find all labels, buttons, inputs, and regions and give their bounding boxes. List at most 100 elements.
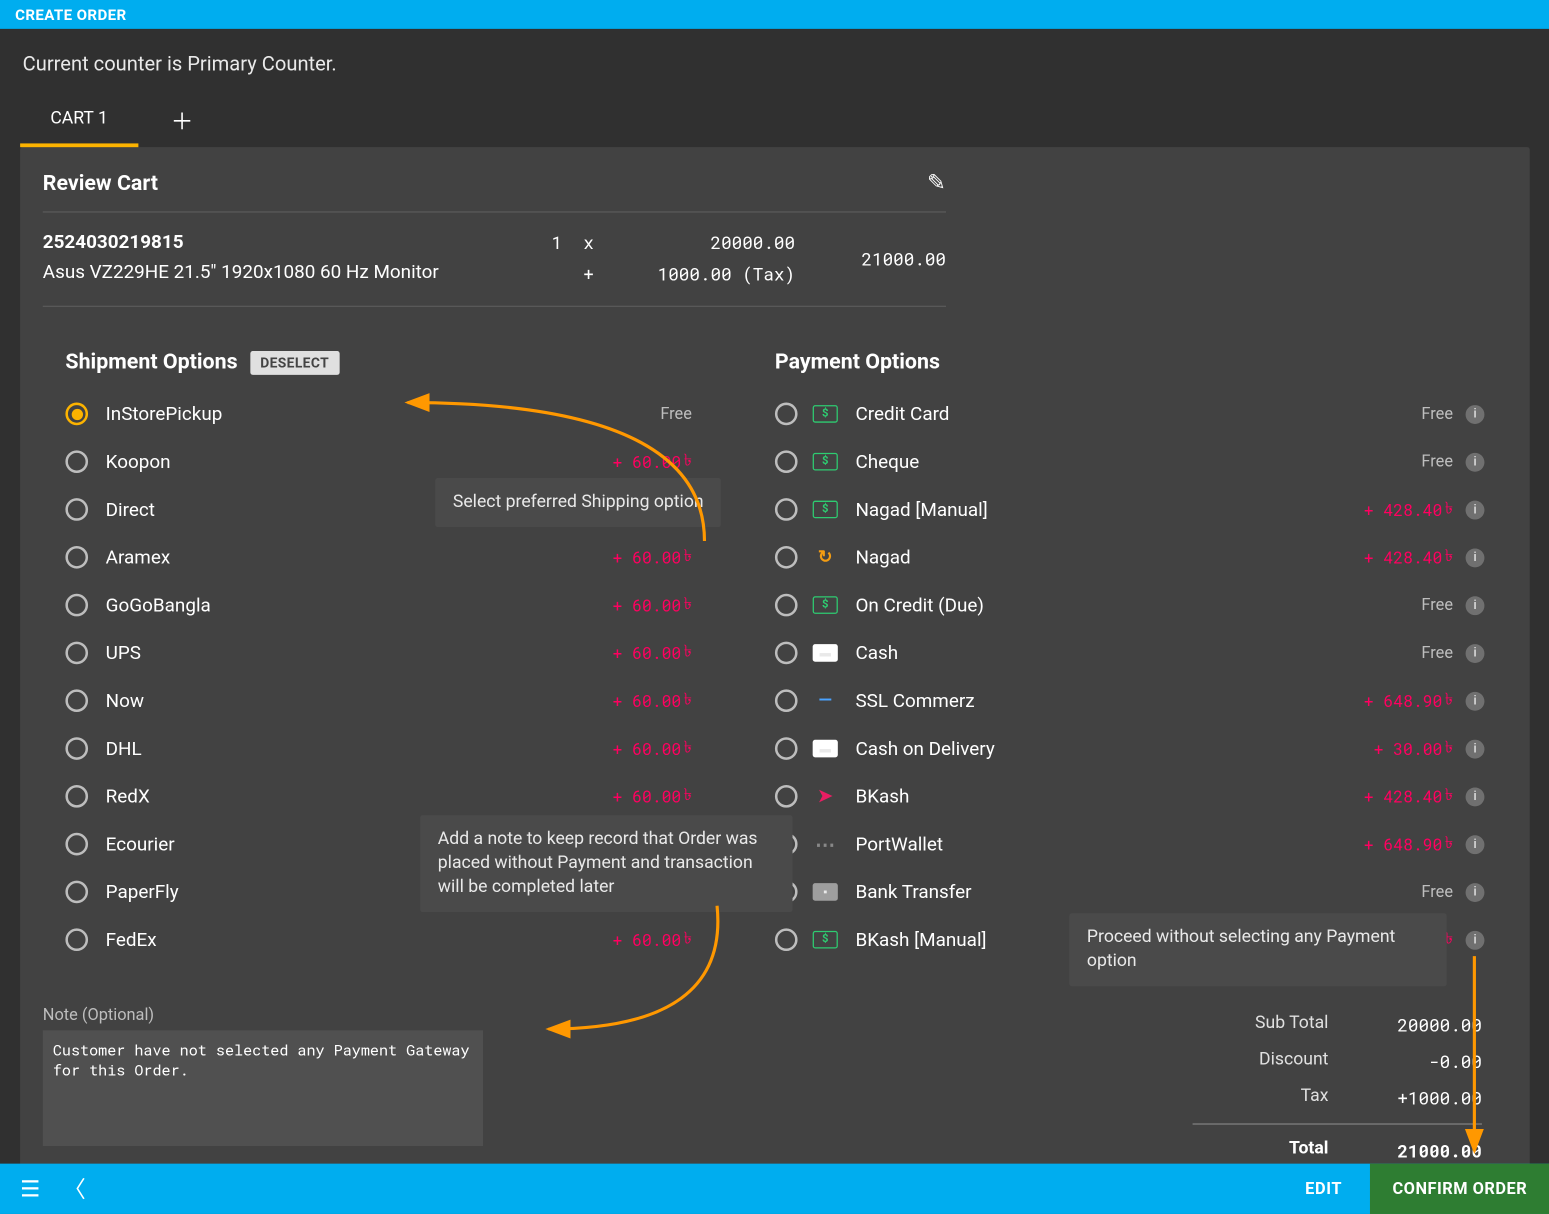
deselect-button[interactable]: DESELECT	[250, 350, 339, 374]
radio-icon	[775, 689, 798, 712]
shipment-option[interactable]: FedEx+ 60.00 ৳	[65, 918, 699, 961]
shipment-price: + 60.00 ৳	[613, 591, 692, 619]
taka-icon: ৳	[684, 926, 692, 954]
radio-icon	[775, 737, 798, 760]
shipment-label: RedX	[106, 785, 613, 808]
shipment-label: Now	[106, 689, 613, 712]
shipment-title: Shipment Options	[65, 350, 237, 375]
tax-value: +1000.00	[1356, 1086, 1482, 1110]
payment-type-icon: ▬	[813, 740, 838, 758]
note-label: Note (Optional)	[43, 1006, 483, 1025]
info-icon[interactable]: i	[1466, 739, 1485, 758]
payment-label: On Credit (Due)	[855, 594, 1421, 617]
confirm-label: CONFIRM ORDER	[1392, 1179, 1527, 1198]
taka-icon: ৳	[684, 591, 692, 619]
counter-label: Current counter is Primary Counter.	[0, 29, 1549, 93]
item-sku: 2524030219815	[43, 230, 506, 253]
radio-icon	[775, 642, 798, 665]
info-icon[interactable]: i	[1466, 643, 1485, 662]
payment-price: + 648.90 ৳	[1364, 830, 1453, 858]
info-icon[interactable]: i	[1466, 930, 1485, 949]
payment-option[interactable]: ▬Cash on Delivery+ 30.00 ৳i	[775, 727, 1485, 770]
anno-payment: Proceed without selecting any Payment op…	[1069, 913, 1446, 986]
subtotal-label: Sub Total	[1203, 1013, 1329, 1037]
edit-cart-button[interactable]: ✎	[927, 170, 946, 196]
payment-type-icon: —	[813, 692, 838, 710]
back-button[interactable]: 〈	[63, 1172, 86, 1205]
shipment-option[interactable]: Now+ 60.00 ৳	[65, 679, 699, 722]
item-x: x	[583, 230, 594, 254]
shipment-price: + 60.00 ৳	[613, 926, 692, 954]
payment-option[interactable]: $Nagad [Manual]+ 428.40 ৳i	[775, 488, 1485, 531]
radio-icon	[65, 450, 88, 473]
shipment-price: + 60.00 ৳	[613, 543, 692, 571]
payment-type-icon: $	[813, 596, 838, 614]
shipment-option[interactable]: RedX+ 60.00 ৳	[65, 775, 699, 818]
radio-icon	[65, 498, 88, 521]
info-icon[interactable]: i	[1466, 882, 1485, 901]
info-icon[interactable]: i	[1466, 548, 1485, 567]
payment-label: Cash	[855, 642, 1421, 665]
payment-option[interactable]: ➤BKash+ 428.40 ৳i	[775, 775, 1485, 818]
info-icon[interactable]: i	[1466, 835, 1485, 854]
taka-icon: ৳	[1445, 782, 1453, 810]
info-icon[interactable]: i	[1466, 596, 1485, 615]
shipment-price: + 60.00 ৳	[613, 639, 692, 667]
shipment-price: Free	[660, 404, 692, 423]
info-icon[interactable]: i	[1466, 500, 1485, 519]
shipment-option[interactable]: InStorePickupFree	[65, 392, 699, 435]
shipment-option[interactable]: DHL+ 60.00 ৳	[65, 727, 699, 770]
radio-icon	[65, 737, 88, 760]
payment-option[interactable]: $Credit CardFreei	[775, 392, 1485, 435]
taka-icon: ৳	[684, 543, 692, 571]
shipment-option[interactable]: GoGoBangla+ 60.00 ৳	[65, 584, 699, 627]
chevron-left-icon: 〈	[63, 1177, 86, 1203]
cart-line-item: 2524030219815 Asus VZ229HE 21.5" 1920x10…	[43, 213, 946, 304]
payment-option[interactable]: — SSL Commerz+ 648.90 ৳ i	[775, 679, 1485, 722]
confirm-order-button[interactable]: CONFIRM ORDER	[1370, 1164, 1549, 1214]
cart-tab[interactable]: CART 1	[20, 93, 138, 147]
total-value: 21000.00	[1356, 1138, 1482, 1162]
payment-label: SSL Commerz	[855, 689, 1363, 712]
info-icon[interactable]: i	[1466, 404, 1485, 423]
anno-note: Add a note to keep record that Order was…	[420, 815, 792, 911]
taka-icon: ৳	[684, 782, 692, 810]
payment-option[interactable]: $On Credit (Due)Freei	[775, 584, 1485, 627]
shipment-option[interactable]: Aramex+ 60.00 ৳	[65, 536, 699, 579]
payment-price: + 428.40 ৳	[1364, 782, 1453, 810]
menu-button[interactable]: ☰	[20, 1176, 40, 1202]
payment-option[interactable]: ▪Bank TransferFreei	[775, 871, 1485, 914]
item-total: 21000.00	[795, 246, 946, 270]
shipment-label: UPS	[106, 642, 613, 665]
radio-icon	[65, 594, 88, 617]
info-icon[interactable]: i	[1466, 452, 1485, 471]
taka-icon: ৳	[1445, 687, 1453, 715]
radio-icon	[65, 546, 88, 569]
item-tax: 1000.00 (Tax)	[594, 262, 795, 286]
item-price: 20000.00	[594, 230, 795, 254]
info-icon[interactable]: i	[1466, 787, 1485, 806]
payment-type-icon: $	[813, 501, 838, 519]
radio-icon	[65, 928, 88, 951]
header-title: CREATE ORDER	[15, 6, 126, 24]
radio-icon	[775, 928, 798, 951]
tax-label: Tax	[1203, 1086, 1329, 1110]
shipment-label: FedEx	[106, 928, 613, 951]
create-order-header: CREATE ORDER	[0, 0, 1549, 29]
shipment-option[interactable]: UPS+ 60.00 ৳	[65, 632, 699, 675]
payment-option[interactable]: ▬CashFreei	[775, 632, 1485, 675]
hamburger-icon: ☰	[20, 1176, 40, 1202]
payment-option[interactable]: $ChequeFreei	[775, 440, 1485, 483]
shipment-option[interactable]: Koopon+ 60.00 ৳	[65, 440, 699, 483]
payment-option[interactable]: ⋯PortWallet+ 648.90 ৳i	[775, 823, 1485, 866]
add-cart-button[interactable]: ＋	[163, 104, 201, 137]
payment-option[interactable]: ↻Nagad+ 428.40 ৳i	[775, 536, 1485, 579]
taka-icon: ৳	[684, 687, 692, 715]
anno-shipping: Select preferred Shipping option	[435, 478, 721, 527]
payment-price: + 648.90 ৳	[1364, 687, 1453, 715]
info-icon[interactable]: i	[1466, 691, 1485, 710]
note-input[interactable]	[43, 1030, 483, 1146]
shipment-price: + 60.00 ৳	[613, 735, 692, 763]
taka-icon: ৳	[1445, 735, 1453, 763]
edit-button[interactable]: EDIT	[1277, 1164, 1369, 1214]
